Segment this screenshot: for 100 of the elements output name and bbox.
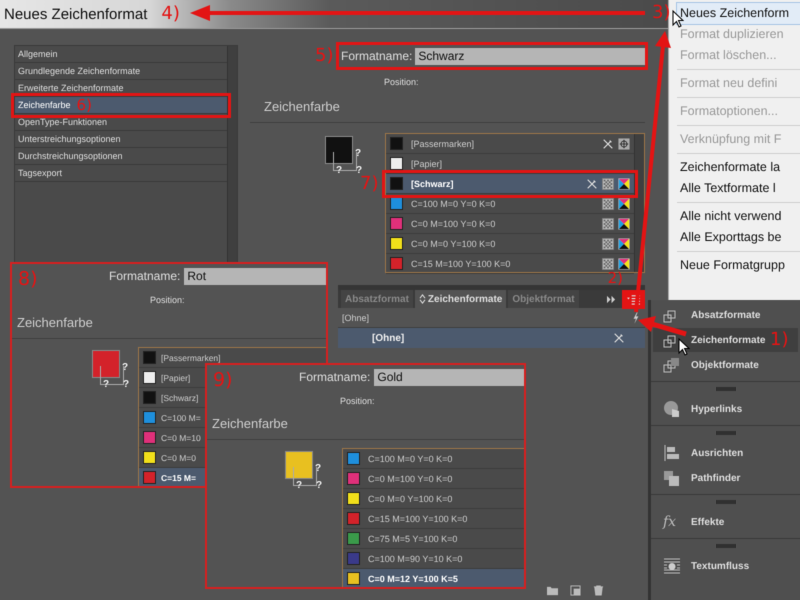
swatch-name: C=0 M=0 (161, 452, 196, 462)
unknown-mark: ? (122, 363, 128, 373)
text-wrap-icon (663, 557, 681, 575)
grip-handle[interactable] (716, 431, 736, 435)
swatch-name: C=15 M= (161, 472, 196, 482)
pattern-icon (602, 238, 614, 250)
stroke-outline (333, 152, 357, 171)
field-label: Formatname: (299, 370, 370, 384)
grip-handle[interactable] (716, 544, 736, 548)
cmyk-icon (618, 258, 630, 270)
swatch-row[interactable]: C=0 M=0 Y=100 K=0 (386, 234, 634, 254)
category-item[interactable]: Tagsexport (15, 165, 227, 182)
scrollbar[interactable] (227, 46, 237, 264)
style-row[interactable]: [Ohne] (338, 328, 645, 348)
swatch-row[interactable]: C=0 M=0 Y=100 K=0 (343, 489, 524, 509)
align-icon (663, 444, 681, 462)
panel-item[interactable]: Pathfinder (653, 466, 798, 490)
panel-item[interactable]: Absatzformate (653, 303, 798, 327)
folder-icon[interactable] (546, 585, 559, 596)
swatch-name: C=0 M=0 Y=100 K=0 (368, 494, 452, 504)
grip-handle[interactable] (716, 500, 736, 504)
swatch-name: C=0 M=100 Y=0 K=0 (411, 218, 496, 228)
pattern-icon (602, 258, 614, 270)
trash-icon[interactable] (592, 585, 605, 596)
swatch-row[interactable]: C=0 M=100 Y=0 K=0 (343, 469, 524, 489)
swatch-row[interactable]: C=0 M=12 Y=100 K=5 (343, 569, 524, 587)
window-title: Neues Zeichenformat (4, 6, 148, 22)
swatch-name: [Passermarken] (161, 352, 221, 362)
category-item[interactable]: Allgemein (15, 46, 227, 63)
panel-item[interactable]: Zeichenformate 1) (653, 328, 798, 352)
swatch-name: C=0 M=100 Y=0 K=0 (368, 474, 452, 484)
unknown-mark: ? (355, 149, 362, 159)
object-styles-icon (663, 356, 681, 374)
category-item[interactable]: Durchstreichungsoptionen (15, 148, 227, 165)
more-tabs-icon[interactable] (606, 294, 617, 304)
swatch-name: C=0 M=10 (161, 432, 201, 442)
step-label: 7) (360, 175, 378, 193)
step-label: 9) (213, 371, 233, 390)
swatch-name: C=100 M=0 Y=0 K=0 (368, 454, 452, 464)
step-label: 4) (161, 5, 180, 23)
panel-item[interactable]: Ausrichten (653, 441, 798, 465)
menu-item[interactable]: Neue Formatgrupp (677, 255, 800, 276)
swatch-name: C=15 M=100 Y=100 K=0 (368, 514, 468, 524)
panel-item[interactable]: Hyperlinks (653, 397, 798, 421)
format-name-field[interactable]: Gold (374, 368, 524, 386)
position-label: Position: (340, 396, 376, 406)
step-label: 1) (770, 331, 788, 349)
menu-item[interactable]: Alle Textformate l (677, 178, 800, 199)
section-title: Zeichenfarbe (212, 416, 289, 431)
section-title: Zeichenfarbe (264, 99, 341, 114)
category-item[interactable]: Grundlegende Zeichenformate (15, 63, 227, 80)
swatch-name: C=100 M=90 Y=10 K=0 (368, 554, 462, 564)
panel-item[interactable]: Textumfluss (653, 554, 798, 578)
cursor-icon (678, 338, 690, 356)
panel-item[interactable]: Objektformate (653, 353, 798, 377)
up-down-icon (418, 294, 426, 304)
pathfinder-icon (663, 469, 681, 487)
unknown-mark: ? (315, 464, 322, 474)
step-label: 2) (608, 271, 623, 286)
menu-item[interactable]: Zeichenformate la (677, 157, 800, 178)
swatch-name: C=0 M=0 Y=100 K=0 (411, 238, 496, 248)
cmyk-icon (618, 178, 630, 190)
color-preview (325, 136, 353, 164)
swatch-row[interactable]: [Passermarken] (386, 134, 634, 154)
swatch-name: C=75 M=5 Y=100 K=0 (368, 534, 458, 544)
section-title: Zeichenfarbe (17, 315, 94, 330)
swatch-row[interactable]: C=0 M=100 Y=0 K=0 (386, 214, 634, 234)
swatch-name: [Papier] (411, 158, 442, 168)
lightning-icon[interactable] (632, 312, 640, 324)
swatch-name: C=0 M=12 Y=100 K=5 (368, 574, 458, 584)
field-label: Formatname: (341, 49, 412, 63)
swatch-row[interactable]: C=100 M=0 Y=0 K=0 (386, 194, 634, 214)
cmyk-icon (618, 218, 630, 230)
pattern-icon (602, 178, 614, 190)
step-label: 6) (76, 96, 92, 114)
panel-tab[interactable]: Zeichenformate (414, 290, 506, 308)
step-label: 8) (18, 270, 38, 289)
cmyk-icon (618, 198, 630, 210)
format-name-field[interactable]: Rot (184, 268, 326, 284)
format-name-field[interactable]: Schwarz (415, 48, 645, 64)
menu-item[interactable]: Neues Zeichenform (677, 3, 800, 24)
menu-item[interactable]: Alle Exporttags be (677, 227, 800, 248)
swatch-row[interactable]: C=100 M=0 Y=0 K=0 (343, 449, 524, 469)
menu-item[interactable]: Alle nicht verwend (677, 206, 800, 227)
swatch-name: C=100 M=0 Y=0 K=0 (411, 198, 496, 208)
category-item[interactable]: Unterstreichungsoptionen (15, 131, 227, 148)
panel-item[interactable]: fx Effekte (653, 510, 798, 534)
new-style-icon[interactable] (569, 585, 582, 596)
swatch-row[interactable]: C=15 M=100 Y=100 K=0 (343, 509, 524, 529)
pattern-icon (602, 218, 614, 230)
unknown-mark: ? (123, 380, 130, 390)
position-label: Position: (150, 295, 186, 305)
no-edit-icon (613, 332, 625, 344)
field-label: Formatname: (109, 269, 180, 283)
swatch-row[interactable]: C=75 M=5 Y=100 K=0 (343, 529, 524, 549)
annotation-arrow (638, 316, 687, 336)
swatch-name: C=100 M= (161, 412, 201, 422)
grip-handle[interactable] (716, 387, 736, 391)
category-item[interactable]: OpenType-Funktionen (15, 114, 227, 131)
color-preview (92, 350, 120, 378)
